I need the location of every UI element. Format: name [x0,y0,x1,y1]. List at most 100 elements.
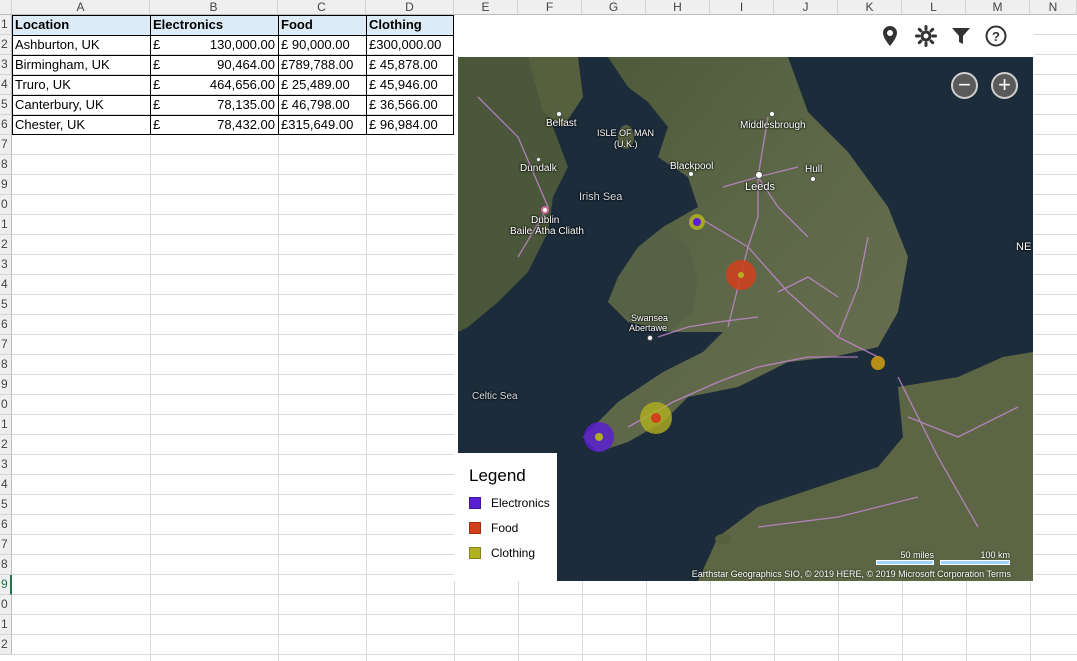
cell-food[interactable]: £ 90,000.00 [278,35,366,55]
row-header[interactable]: 3 [0,455,12,475]
row-header[interactable]: 6 [0,315,12,335]
column-header-b[interactable]: B [150,0,278,15]
city-dot [810,176,816,182]
cell-food[interactable]: £ 46,798.00 [278,95,366,115]
column-header-c[interactable]: C [278,0,366,15]
select-all-corner[interactable] [0,0,12,15]
map-pin-icon[interactable] [879,25,901,47]
label-dublin-sub: Baile Átha Cliath [510,226,584,237]
help-icon[interactable]: ? [985,25,1007,47]
cell-electronics[interactable]: £464,656.00 [150,75,278,95]
zoom-out-button[interactable]: − [951,72,978,99]
column-header-i[interactable]: I [710,0,774,15]
cell-location[interactable]: Birmingham, UK [12,55,150,75]
cell-food[interactable]: £315,649.00 [278,115,366,135]
row-header[interactable]: 8 [0,155,12,175]
column-header-e[interactable]: E [454,0,518,15]
map-attribution[interactable]: Earthstar Geographics SIO, © 2019 HERE, … [692,569,1011,579]
row-header[interactable]: 7 [0,135,12,155]
gear-icon[interactable] [915,25,937,47]
row-header[interactable]: 4 [0,475,12,495]
cell-location[interactable]: Truro, UK [12,75,150,95]
column-header-f[interactable]: F [518,0,582,15]
label-irish-sea: Irish Sea [579,191,623,203]
column-header-g[interactable]: G [582,0,646,15]
cell-location[interactable]: Chester, UK [12,115,150,135]
city-dot [647,335,653,341]
row-header[interactable]: 6 [0,515,12,535]
filter-icon[interactable] [950,25,972,47]
cell-food[interactable]: £789,788.00 [278,55,366,75]
cell-electronics[interactable]: £130,000.00 [150,35,278,55]
row-header[interactable]: 7 [0,335,12,355]
header-location[interactable]: Location [12,15,150,35]
row-header[interactable]: 1 [0,15,12,35]
currency-symbol: £ [153,97,161,112]
svg-text:?: ? [992,29,1000,44]
row-header[interactable]: 2 [0,435,12,455]
map-legend: Legend Electronics Food Clothing [458,453,557,581]
label-isle-of-man-sub: (U.K.) [614,139,638,149]
column-header-m[interactable]: M [966,0,1030,15]
row-header[interactable]: 8 [0,555,12,575]
column-header-h[interactable]: H [646,0,710,15]
row-header[interactable]: 6 [0,115,12,135]
legend-label: Food [491,521,519,535]
map-chart[interactable]: ? Belfast ISLE OF MAN (U.K.) Middlesbrou… [454,15,1034,581]
column-header-l[interactable]: L [902,0,966,15]
row-header[interactable]: 1 [0,215,12,235]
header-electronics[interactable]: Electronics [150,15,278,35]
row-header[interactable]: 9 [0,175,12,195]
cell-clothing[interactable]: £300,000.00 [366,35,454,55]
cell-clothing[interactable]: £ 36,566.00 [366,95,454,115]
header-food[interactable]: Food [278,15,366,35]
cell-electronics[interactable]: £78,135.00 [150,95,278,115]
cell-location[interactable]: Ashburton, UK [12,35,150,55]
row-header[interactable]: 0 [0,595,12,615]
row-header[interactable]: 0 [0,195,12,215]
zoom-in-button[interactable]: + [991,72,1018,99]
gridline [12,654,1077,655]
city-dot [769,111,775,117]
row-header[interactable]: 8 [0,355,12,375]
cell-location[interactable]: Canterbury, UK [12,95,150,115]
city-dot [556,111,562,117]
cell-food[interactable]: £ 25,489.00 [278,75,366,95]
row-header[interactable]: 4 [0,275,12,295]
row-header[interactable]: 7 [0,535,12,555]
cell-clothing[interactable]: £ 45,946.00 [366,75,454,95]
row-header[interactable]: 9 [0,375,12,395]
row-header[interactable]: 4 [0,75,12,95]
cell-clothing[interactable]: £ 96,984.00 [366,115,454,135]
capital-dot [541,206,549,214]
cell-value: 78,135.00 [217,97,275,112]
row-header[interactable]: 2 [0,35,12,55]
column-header-a[interactable]: A [12,0,150,15]
cell-clothing[interactable]: £ 45,878.00 [366,55,454,75]
row-header[interactable]: 5 [0,295,12,315]
row-header[interactable]: 1 [0,615,12,635]
column-header-d[interactable]: D [366,0,454,15]
row-header[interactable]: 3 [0,55,12,75]
table-border [12,55,454,56]
row-header[interactable]: 5 [0,95,12,115]
row-header[interactable]: 2 [0,235,12,255]
legend-title: Legend [469,466,526,485]
legend-item-clothing: Clothing [469,546,535,560]
column-header-n[interactable]: N [1030,0,1077,15]
row-header[interactable]: 1 [0,415,12,435]
row-header[interactable]: 0 [0,395,12,415]
cell-electronics[interactable]: £78,432.00 [150,115,278,135]
row-header[interactable]: 2 [0,635,12,655]
map-view[interactable]: Belfast ISLE OF MAN (U.K.) Middlesbrough… [458,57,1033,581]
scale-miles: 50 miles [876,550,934,565]
cell-value: 78,432.00 [217,117,275,132]
row-header[interactable]: 9 [0,575,12,595]
row-header[interactable]: 3 [0,255,12,275]
column-header-j[interactable]: J [774,0,838,15]
row-header[interactable]: 5 [0,495,12,515]
cell-electronics[interactable]: £90,464.00 [150,55,278,75]
cell-value: 130,000.00 [209,37,275,52]
column-header-k[interactable]: K [838,0,902,15]
header-clothing[interactable]: Clothing [366,15,454,35]
